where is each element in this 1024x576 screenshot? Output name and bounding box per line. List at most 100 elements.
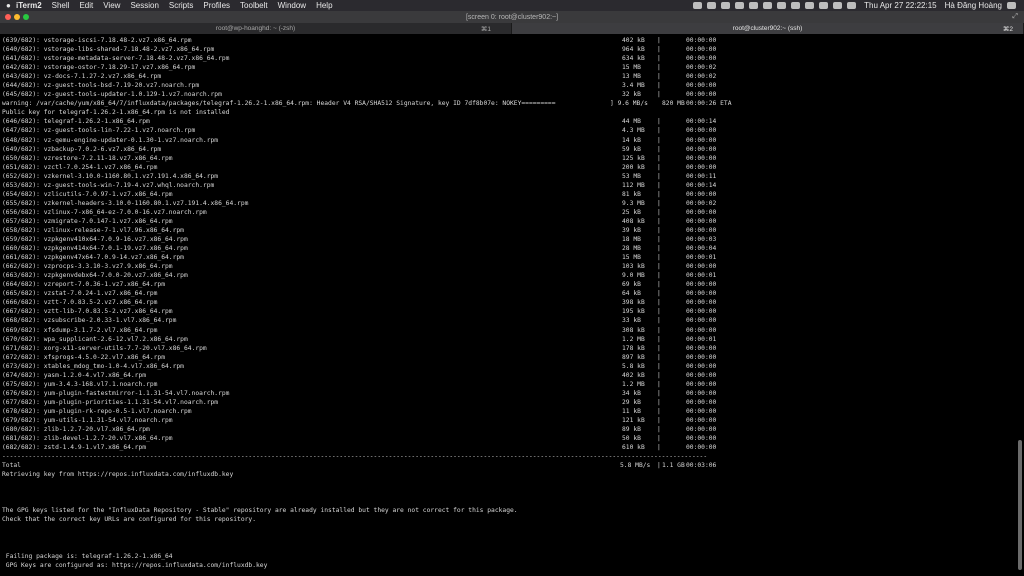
menu-shell[interactable]: Shell xyxy=(52,1,70,10)
package-name: (652/682): vzkernel-3.10.0-1160.80.1.vz7… xyxy=(2,172,219,180)
tab-local-zsh[interactable]: root@wp-hoanghd: ~ (-zsh) ⌘1 xyxy=(0,23,512,34)
menu-profiles[interactable]: Profiles xyxy=(203,1,230,10)
package-name: (677/682): yum-plugin-priorities-1.1.31-… xyxy=(2,398,219,406)
terminal-line: (639/682): vstorage-iscsi-7.18.48-2.vz7.… xyxy=(2,36,1012,45)
terminal-output[interactable]: (639/682): vstorage-iscsi-7.18.48-2.vz7.… xyxy=(2,36,1012,574)
terminal-line: Check that the correct key URLs are conf… xyxy=(2,515,1012,524)
package-name: (645/682): vz-guest-tools-updater-1.0.12… xyxy=(2,91,222,99)
wifi-icon[interactable] xyxy=(819,2,829,9)
package-name: (660/682): vzpkgenv414x64-7.0.1-19.vz7.x… xyxy=(2,245,188,253)
menu-edit[interactable]: Edit xyxy=(79,1,93,10)
package-time: 00:00:11 xyxy=(686,172,717,180)
package-time: 00:00:00 xyxy=(686,46,717,54)
package-name: (655/682): vzkernel-headers-3.10.0-1160.… xyxy=(2,199,249,207)
package-name: (642/682): vstorage-ostor-7.18.29-17.vz7… xyxy=(2,64,196,72)
gpg-keys-line: GPG Keys are configured as: https://repo… xyxy=(2,561,268,569)
menu-session[interactable]: Session xyxy=(130,1,158,10)
total-time: 00:03:06 xyxy=(686,462,717,470)
package-time: 00:00:00 xyxy=(686,37,717,44)
package-time: 00:00:00 xyxy=(686,389,717,397)
package-name: (656/682): vzlinux-7-x86_64-ez-7.0.0-16.… xyxy=(2,208,207,216)
package-time: 00:00:01 xyxy=(686,335,717,343)
package-name: (658/682): vzlinux-release-7-1.vl7.96.x8… xyxy=(2,226,184,234)
bluetooth-icon[interactable] xyxy=(791,2,801,9)
terminal-line: (650/682): vzrestore-7.2.11-18.vz7.x86_6… xyxy=(2,154,1012,163)
status-icon[interactable] xyxy=(763,2,773,9)
terminal-line: (670/682): wpa_supplicant-2.6-12.vl7.2.x… xyxy=(2,335,1012,344)
package-size: 25 kB xyxy=(622,208,641,216)
total-rate: 5.8 MB/s xyxy=(620,462,651,470)
status-icon[interactable] xyxy=(777,2,787,9)
menu-app-name[interactable]: iTerm2 xyxy=(16,1,42,10)
package-size: 39 kB xyxy=(622,226,641,234)
terminal-line: The GPG keys listed for the "InfluxData … xyxy=(2,506,1012,515)
status-icon[interactable] xyxy=(721,2,731,9)
package-size: 200 kB xyxy=(622,163,645,171)
package-name: (682/682): zstd-1.4.9-1.vl7.x86_64.rpm xyxy=(2,444,147,452)
terminal-line: (674/682): yasm-1.2.0-4.vl7.x86_64.rpm | 4… xyxy=(2,371,1012,380)
package-size: 81 kB xyxy=(622,190,641,198)
terminal-line: (677/682): yum-plugin-priorities-1.1.31-… xyxy=(2,398,1012,407)
package-size: 64 kB xyxy=(622,290,641,298)
package-size: 195 kB xyxy=(622,308,645,316)
package-size: 14 kB xyxy=(622,136,641,144)
minimize-button[interactable] xyxy=(14,14,20,20)
control-center-icon[interactable] xyxy=(847,2,857,9)
status-icon[interactable] xyxy=(693,2,703,9)
menu-help[interactable]: Help xyxy=(316,1,332,10)
battery-icon[interactable] xyxy=(805,2,815,9)
menu-clock[interactable]: Thu Apr 27 22:22:15 xyxy=(864,1,937,10)
status-icon[interactable] xyxy=(749,2,759,9)
package-time: 00:00:00 xyxy=(686,308,717,316)
package-size: 32 kB xyxy=(622,91,641,99)
package-name: (676/682): yum-plugin-fastestmirror-1.1.… xyxy=(2,389,230,397)
apple-icon[interactable]: ● xyxy=(6,1,16,10)
zoom-button[interactable] xyxy=(23,14,29,20)
package-time: 00:00:00 xyxy=(686,263,717,271)
divider-line: ----------------------------------------… xyxy=(2,453,708,461)
warning-eta: 00:00:26 ETA xyxy=(686,100,732,108)
menu-window[interactable]: Window xyxy=(278,1,306,10)
package-size: 308 kB xyxy=(622,326,645,334)
notification-icon[interactable] xyxy=(1007,2,1016,9)
gpg-message: Check that the correct key URLs are conf… xyxy=(2,516,257,524)
status-icon[interactable] xyxy=(707,2,717,9)
terminal-line: (676/682): yum-plugin-fastestmirror-1.1.… xyxy=(2,389,1012,398)
menu-scripts[interactable]: Scripts xyxy=(169,1,193,10)
fullscreen-icon[interactable]: ⤢ xyxy=(1012,13,1018,21)
package-time: 00:00:02 xyxy=(686,199,717,207)
package-time: 00:00:00 xyxy=(686,127,717,135)
package-name: (659/682): vzpkgenv410x64-7.0.9-16.vz7.x… xyxy=(2,236,188,244)
tab-cluster-ssh[interactable]: root@cluster902:~ (ssh) ⌘2 xyxy=(512,23,1024,34)
menu-user[interactable]: Hà Đăng Hoàng xyxy=(945,1,1002,10)
package-time: 00:00:00 xyxy=(686,217,717,225)
package-name: (669/682): xfsdump-3.1.7-2.vl7.x86_64.rp… xyxy=(2,326,158,334)
terminal-line: (682/682): zstd-1.4.9-1.vl7.x86_64.rpm | 6… xyxy=(2,443,1012,452)
package-size: 112 MB xyxy=(622,181,645,189)
traffic-lights xyxy=(5,14,32,20)
package-name: (680/682): zlib-1.2.7-20.vl7.x86_64.rpm xyxy=(2,426,150,434)
terminal-line: Retrieving key from https://repos.influx… xyxy=(2,470,1012,479)
package-name: (664/682): vzreport-7.0.36-1.vz7.x86_64.… xyxy=(2,281,166,289)
total-line: Total 5.8 MB/s | 1.1 GB 00:03:06 xyxy=(2,461,1012,470)
total-label: Total xyxy=(2,462,21,470)
package-size: 15 MB xyxy=(622,64,641,72)
package-time: 00:00:00 xyxy=(686,344,717,352)
search-icon[interactable] xyxy=(833,2,843,9)
package-time: 00:00:00 xyxy=(686,299,717,307)
package-name: (649/682): vzbackup-7.0.2-6.vz7.x86_64.r… xyxy=(2,145,162,153)
terminal-line: (648/682): vz-qemu-engine-updater-0.1.30… xyxy=(2,136,1012,145)
status-icon[interactable] xyxy=(735,2,745,9)
package-name: (662/682): vzprocps-3.3.10-3.vz7.9.x86_6… xyxy=(2,263,173,271)
close-button[interactable] xyxy=(5,14,11,20)
menu-view[interactable]: View xyxy=(103,1,120,10)
scrollbar[interactable] xyxy=(1018,440,1022,570)
terminal-line: (641/682): vstorage-metadata-server-7.18… xyxy=(2,54,1012,63)
tab-shortcut: ⌘1 xyxy=(480,25,491,33)
menu-toolbelt[interactable]: Toolbelt xyxy=(240,1,268,10)
package-time: 00:00:04 xyxy=(686,245,717,253)
